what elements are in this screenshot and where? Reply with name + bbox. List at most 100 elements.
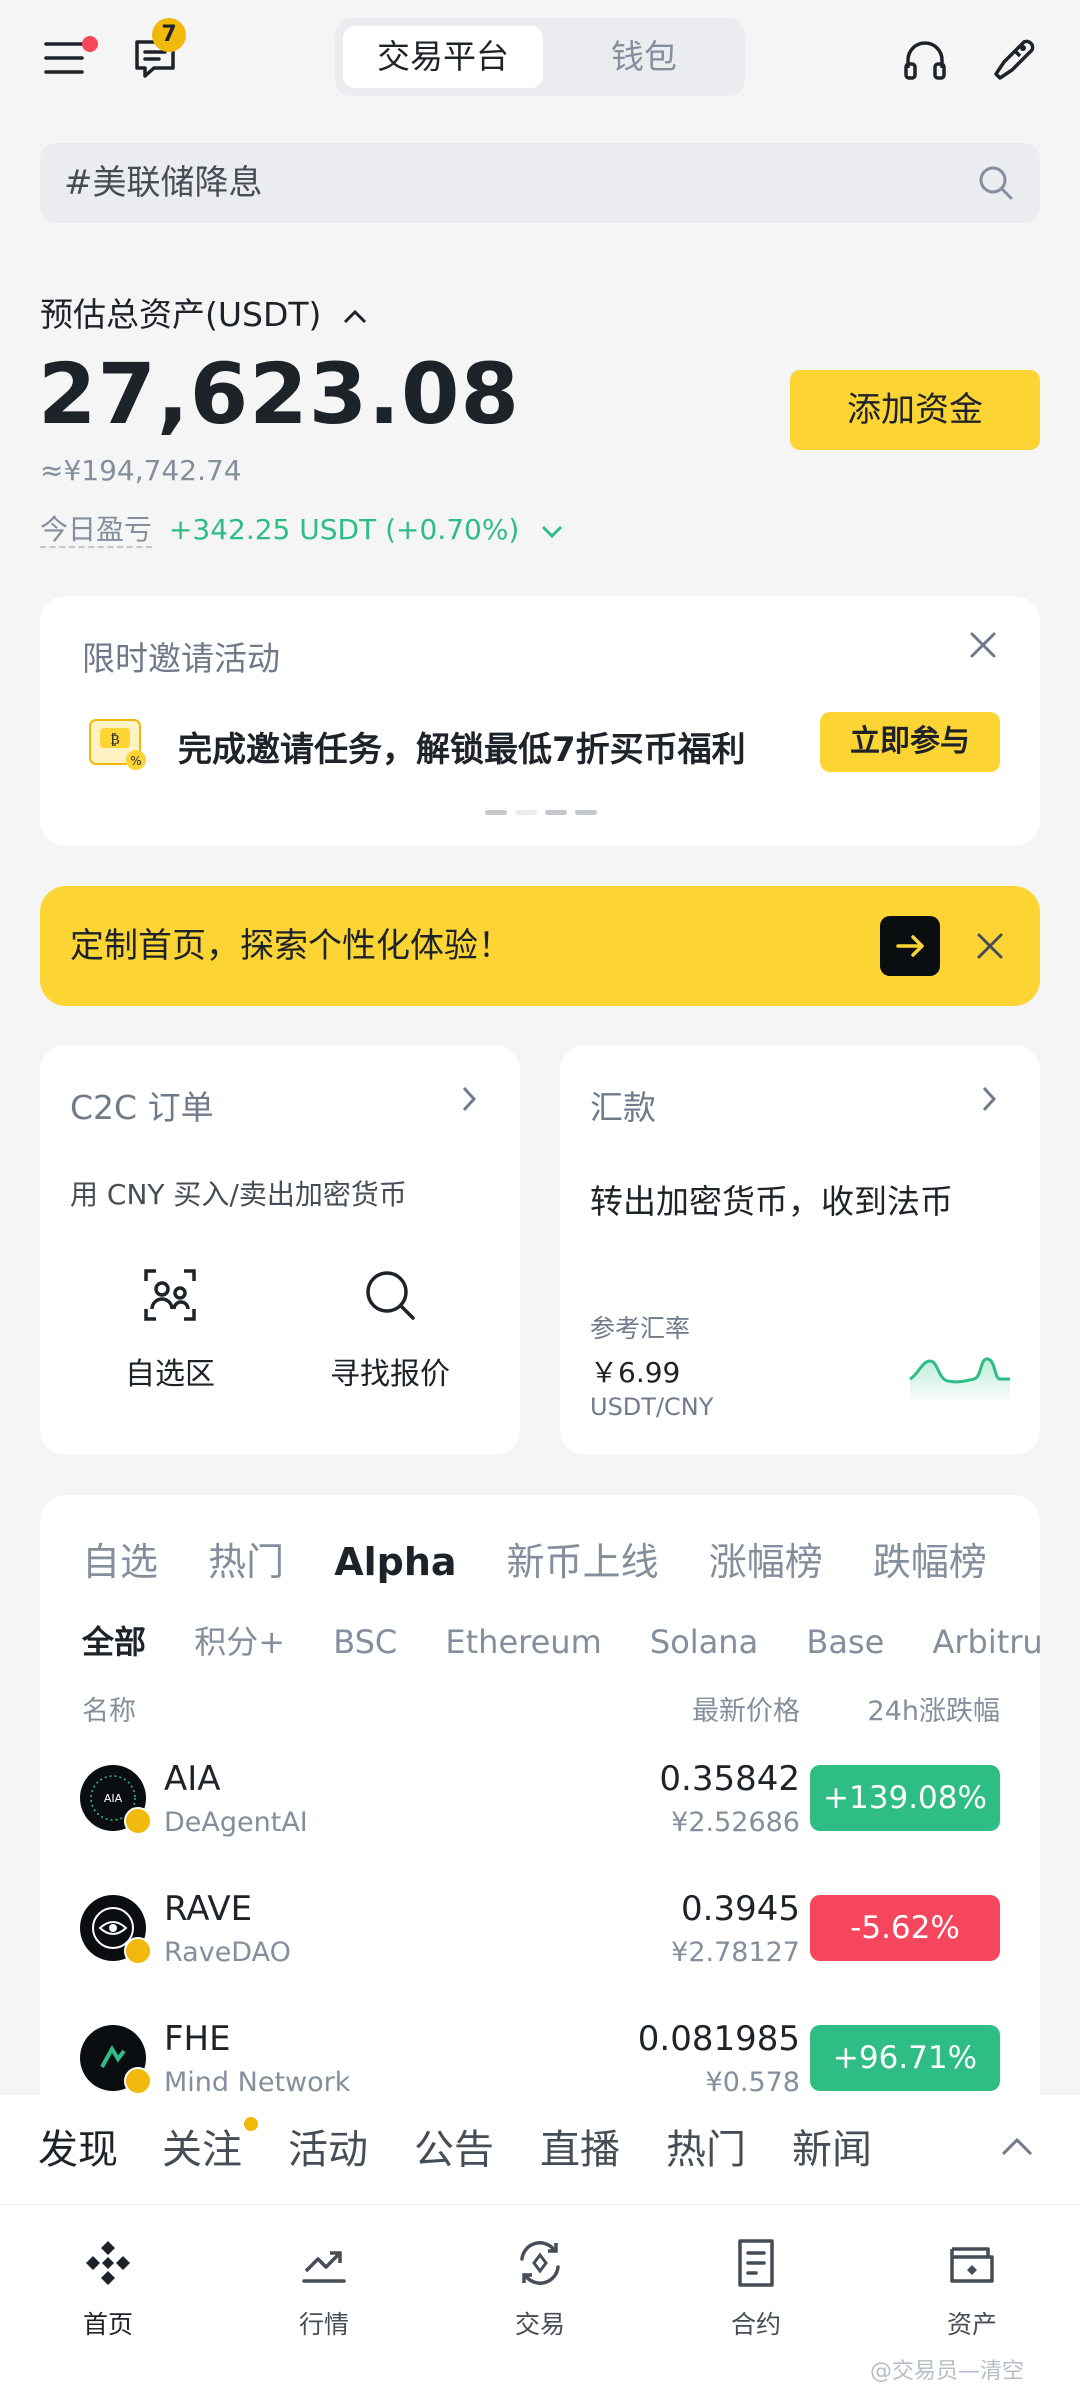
tab-favorites[interactable]: 自选 [82,1540,158,1584]
tab-new-listings[interactable]: 新币上线 [507,1540,659,1584]
tab-following[interactable]: 关注 [162,2095,242,2205]
pnl-value: +342.25 USDT (+0.70%) [168,513,520,546]
close-icon[interactable] [968,630,998,660]
chart-trend-icon [254,2235,394,2291]
chevron-up-icon[interactable] [1000,2137,1034,2157]
chain-all[interactable]: 全部 [82,1623,146,1661]
assets-label[interactable]: 预估总资产(USDT) [40,288,368,336]
svg-text:%: % [130,754,141,768]
token-name: DeAgentAI [164,1807,308,1838]
join-now-button[interactable]: 立即参与 [820,712,1000,772]
rate-value: ￥6.99 [590,1356,681,1389]
search-icon[interactable] [976,163,1016,203]
tab-gainers[interactable]: 涨幅榜 [709,1540,823,1584]
tab-alpha[interactable]: Alpha [334,1540,456,1584]
svg-text:₿: ₿ [110,732,120,748]
c2c-title: C2C 订单 [70,1088,214,1127]
tab-more[interactable]: 2 [1037,1540,1040,1584]
remittance-card[interactable]: 汇款 转出加密货币，收到法币 参考汇率 ￥6.99 USDT/CNY [560,1045,1040,1455]
chain-bsc[interactable]: BSC [333,1623,397,1661]
arrow-right-button[interactable] [880,916,940,976]
message-badge: 7 [152,18,186,52]
coupon-icon: ₿% [86,714,148,774]
promo-text: 完成邀请任务，解锁最低7折买币福利 [178,730,746,770]
bnb-chain-badge-icon [124,1937,152,1965]
remit-title: 汇款 [590,1088,656,1127]
customize-banner[interactable]: 定制首页，探索个性化体验！ [40,886,1040,1006]
tab-exchange[interactable]: 交易平台 [343,26,543,88]
search-icon [360,1265,420,1329]
close-icon[interactable] [976,932,1004,960]
table-row[interactable]: RAVE RaveDAO 0.3945 ¥2.78127 -5.62% [40,1883,1040,1993]
tab-news[interactable]: 新闻 [792,2095,872,2205]
change-badge: +96.71% [810,2025,1000,2091]
chevron-down-icon[interactable] [540,524,564,538]
search-input[interactable]: #美联储降息 [64,143,263,223]
bnb-chain-badge-icon [124,1807,152,1835]
chevron-right-icon[interactable] [980,1085,998,1113]
chevron-up-icon[interactable] [342,309,368,325]
headset-icon[interactable] [902,38,948,82]
gift-icon[interactable] [990,34,1038,82]
chevron-right-icon[interactable] [460,1085,478,1113]
svg-text:AIA: AIA [104,1792,123,1805]
bnb-chain-badge-icon [124,2067,152,2095]
change-badge: +139.08% [810,1765,1000,1831]
chain-base[interactable]: Base [806,1623,884,1661]
menu-icon[interactable] [44,40,84,76]
table-row[interactable]: AIA AIA DeAgentAI 0.35842 ¥2.52686 +139.… [40,1753,1040,1863]
search-bar[interactable]: #美联储降息 [40,143,1040,223]
assets-label-text: 预估总资产(USDT) [40,295,322,334]
nav-assets[interactable]: 资产 [902,2235,1042,2341]
chain-arbitrum[interactable]: Arbitrur [932,1623,1040,1661]
tab-hot[interactable]: 热门 [208,1540,284,1584]
tab-announcement[interactable]: 公告 [414,2095,494,2205]
tab-activity[interactable]: 活动 [288,2095,368,2205]
c2c-card[interactable]: C2C 订单 用 CNY 买入/卖出加密货币 自选区 寻找报价 [40,1045,520,1455]
add-funds-button[interactable]: 添加资金 [790,370,1040,450]
nav-markets-label: 行情 [298,2310,349,2339]
table-row[interactable]: FHE Mind Network 0.081985 ¥0.578 +96.71% [40,2013,1040,2095]
assets-cny: ≈¥194,742.74 [40,454,242,487]
contract-document-icon [686,2235,826,2291]
chain-ethereum[interactable]: Ethereum [445,1623,601,1661]
invite-promo-card: 限时邀请活动 ₿% 完成邀请任务，解锁最低7折买币福利 立即参与 [40,596,1040,846]
token-name: Mind Network [164,2067,351,2095]
chain-points[interactable]: 积分+ [194,1623,285,1661]
notification-dot [82,36,98,52]
find-quote-button[interactable]: 寻找报价 [320,1265,460,1393]
market-card: 自选 热门 Alpha 新币上线 涨幅榜 跌幅榜 2 全部 积分+ BSC Et… [40,1495,1040,2135]
rate-label: 参考汇率 [590,1314,691,1343]
tab-wallet[interactable]: 钱包 [550,26,738,88]
nav-markets[interactable]: 行情 [254,2235,394,2341]
rate-pair: USDT/CNY [590,1393,714,1421]
remit-desc: 转出加密货币，收到法币 [590,1182,953,1221]
carousel-dot [515,810,537,815]
price: 0.081985 [637,2019,800,2059]
token-name: RaveDAO [164,1937,291,1968]
arrow-right-icon [896,935,924,957]
nav-assets-label: 资产 [946,2310,997,2339]
nav-trade-label: 交易 [514,2310,565,2339]
tab-trending[interactable]: 热门 [666,2095,746,2205]
bottom-nav: 首页 行情 交易 合约 资产 @交易员—清空 [0,2205,1080,2390]
tab-losers[interactable]: 跌幅榜 [873,1540,987,1584]
price: 0.35842 [659,1759,800,1799]
nav-futures[interactable]: 合约 [686,2235,826,2341]
tab-discover[interactable]: 发现 [38,2095,118,2205]
exchange-icon [470,2235,610,2291]
watchlist-area-button[interactable]: 自选区 [100,1265,240,1393]
pnl-row[interactable]: 今日盈亏 +342.25 USDT (+0.70%) [40,508,564,548]
nav-home[interactable]: 首页 [38,2235,178,2341]
watermark: @交易员—清空 [870,2359,1025,2384]
price-cny: ¥2.52686 [671,1807,800,1838]
nav-futures-label: 合约 [730,2310,781,2339]
nav-trade[interactable]: 交易 [470,2235,610,2341]
nav-home-label: 首页 [82,2310,133,2339]
price-cny: ¥2.78127 [671,1937,800,1968]
carousel-dot [545,810,567,815]
symbol: AIA [164,1759,221,1799]
tab-live[interactable]: 直播 [540,2095,620,2205]
chain-solana[interactable]: Solana [650,1623,758,1661]
binance-logo-icon [38,2235,178,2291]
